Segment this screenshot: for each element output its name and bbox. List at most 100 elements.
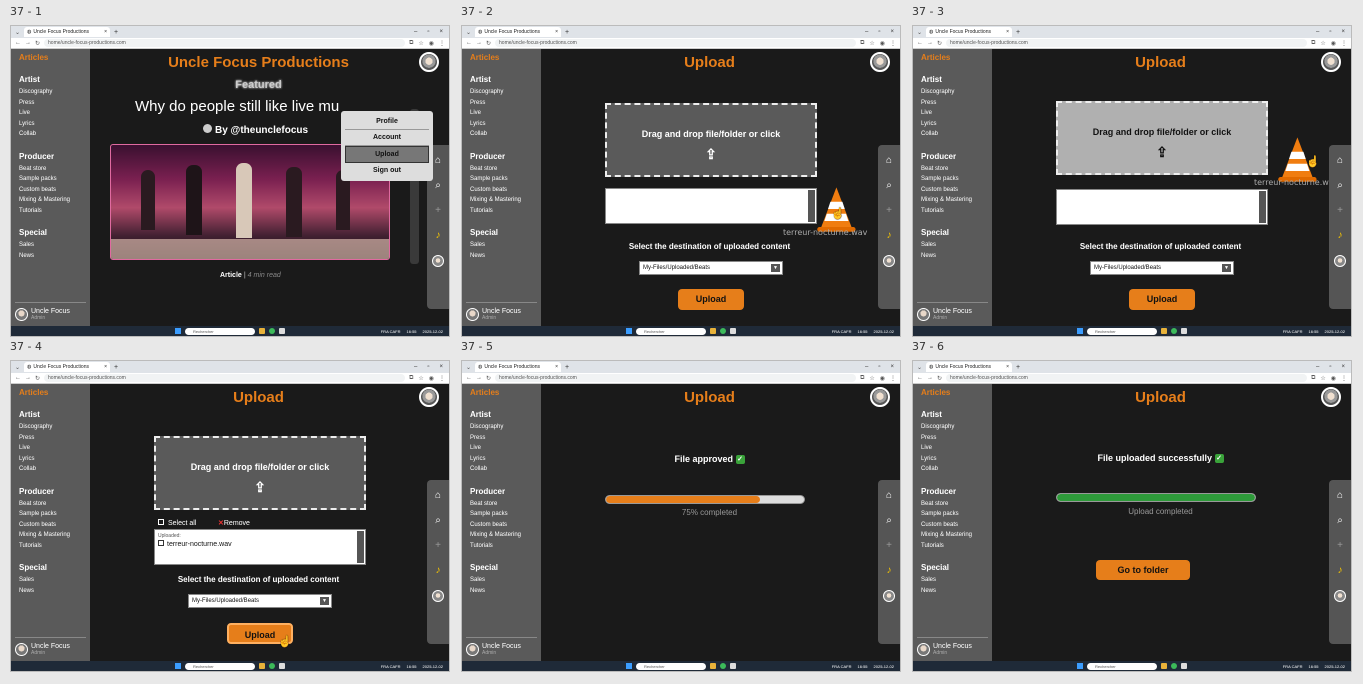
sidebar-item-news[interactable]: News <box>19 588 90 594</box>
app-icon[interactable] <box>279 663 285 669</box>
avatar[interactable] <box>419 387 439 407</box>
sidebar-item-news[interactable]: News <box>470 253 541 259</box>
folder-icon[interactable] <box>259 663 265 669</box>
taskbar-search[interactable]: Rechercher <box>636 662 706 670</box>
article-headline[interactable]: Why do people still like live mu <box>135 98 339 115</box>
tab-list-icon[interactable]: ⌄ <box>917 364 922 371</box>
sidebar-user[interactable]: Uncle Focus Admin <box>466 637 537 656</box>
sidebar-item-tutorials[interactable]: Tutorials <box>19 208 90 214</box>
minimize-icon[interactable]: – <box>865 29 868 35</box>
language-indicator[interactable]: FRA CAFR <box>381 664 401 669</box>
clock-time[interactable]: 16:55 <box>407 329 417 334</box>
sidebar-item-articles[interactable]: Articles <box>470 53 541 62</box>
close-icon[interactable]: × <box>104 29 107 35</box>
sidebar-item-discography[interactable]: Discography <box>470 424 541 430</box>
close-icon[interactable]: × <box>555 29 558 35</box>
profile-icon[interactable]: ◉ <box>1331 375 1336 382</box>
sidebar-item-custom-beats[interactable]: Custom beats <box>921 522 992 528</box>
spotify-icon[interactable] <box>720 328 726 334</box>
sidebar-item-sales[interactable]: Sales <box>19 242 90 248</box>
scrollbar[interactable] <box>808 190 815 222</box>
add-icon[interactable]: + <box>1337 205 1343 216</box>
folder-icon[interactable] <box>710 328 716 334</box>
address-bar[interactable]: home/uncle-focus-productions.com <box>946 39 1308 47</box>
extensions-icon[interactable]: ⧉ <box>1311 40 1315 47</box>
home-icon[interactable]: ⌂ <box>886 155 892 166</box>
spotify-icon[interactable] <box>269 328 275 334</box>
sidebar-item-articles[interactable]: Articles <box>921 388 992 397</box>
maximize-icon[interactable]: ▫ <box>427 29 429 35</box>
taskbar-search[interactable]: Rechercher <box>636 327 706 335</box>
avatar[interactable] <box>883 255 895 267</box>
spotify-icon[interactable] <box>269 663 275 669</box>
sidebar-item-discography[interactable]: Discography <box>921 89 992 95</box>
sidebar-user[interactable]: Uncle Focus Admin <box>15 637 86 656</box>
bell-icon[interactable]: ♪ <box>436 230 441 241</box>
chevron-down-icon[interactable]: ▼ <box>320 597 329 605</box>
reload-icon[interactable]: ↻ <box>486 375 491 382</box>
sidebar-user[interactable]: Uncle Focus Admin <box>917 302 988 321</box>
select-all-control[interactable]: Select all <box>158 519 196 527</box>
app-icon[interactable] <box>1181 328 1187 334</box>
sidebar-user[interactable]: Uncle Focus Admin <box>917 637 988 656</box>
sidebar-item-collab[interactable]: Collab <box>470 466 541 472</box>
address-bar[interactable]: home/uncle-focus-productions.com <box>495 39 857 47</box>
sidebar-item-tutorials[interactable]: Tutorials <box>19 543 90 549</box>
back-icon[interactable]: ← <box>917 375 923 381</box>
sidebar-item-custom-beats[interactable]: Custom beats <box>470 522 541 528</box>
tab-list-icon[interactable]: ⌄ <box>15 364 20 371</box>
sidebar-item-collab[interactable]: Collab <box>921 466 992 472</box>
search-icon[interactable]: ⌕ <box>1337 180 1343 191</box>
back-icon[interactable]: ← <box>15 375 21 381</box>
search-icon[interactable]: ⌕ <box>435 515 441 526</box>
sidebar-item-lyrics[interactable]: Lyrics <box>19 456 90 462</box>
avatar[interactable] <box>1334 590 1346 602</box>
sidebar-item-collab[interactable]: Collab <box>19 131 90 137</box>
back-icon[interactable]: ← <box>466 375 472 381</box>
checkbox[interactable] <box>158 519 164 525</box>
sidebar-item-press[interactable]: Press <box>921 100 992 106</box>
folder-icon[interactable] <box>710 663 716 669</box>
new-tab-icon[interactable]: + <box>1016 29 1020 36</box>
close-window-icon[interactable]: × <box>1341 29 1345 35</box>
profile-icon[interactable]: ◉ <box>429 375 434 382</box>
clock-time[interactable]: 16:55 <box>1309 329 1319 334</box>
close-icon[interactable]: × <box>555 364 558 370</box>
clock-date[interactable]: 2025-12-02 <box>874 664 894 669</box>
sidebar-item-discography[interactable]: Discography <box>19 89 90 95</box>
chevron-down-icon[interactable]: ▼ <box>771 264 780 272</box>
language-indicator[interactable]: FRA CAFR <box>381 329 401 334</box>
sidebar-item-tutorials[interactable]: Tutorials <box>470 543 541 549</box>
language-indicator[interactable]: FRA CAFR <box>832 664 852 669</box>
sidebar-item-custom-beats[interactable]: Custom beats <box>470 187 541 193</box>
add-icon[interactable]: + <box>886 540 892 551</box>
profile-icon[interactable]: ◉ <box>1331 40 1336 47</box>
sidebar-item-sample-packs[interactable]: Sample packs <box>470 176 541 182</box>
close-icon[interactable]: × <box>104 364 107 370</box>
minimize-icon[interactable]: – <box>1316 29 1319 35</box>
upload-dropzone[interactable]: Drag and drop file/folder or click ⇪ <box>605 103 817 177</box>
chevron-down-icon[interactable]: ▼ <box>1222 264 1231 272</box>
sidebar-item-discography[interactable]: Discography <box>470 89 541 95</box>
add-icon[interactable]: + <box>1337 540 1343 551</box>
sidebar-item-press[interactable]: Press <box>19 100 90 106</box>
sidebar-item-live[interactable]: Live <box>19 110 90 116</box>
taskbar-search[interactable]: Rechercher <box>185 327 255 335</box>
sidebar-item-custom-beats[interactable]: Custom beats <box>921 187 992 193</box>
menu-item-account[interactable]: Account <box>345 130 429 146</box>
forward-icon[interactable]: → <box>476 40 482 46</box>
sidebar-item-live[interactable]: Live <box>921 445 992 451</box>
tab-list-icon[interactable]: ⌄ <box>15 29 20 36</box>
back-icon[interactable]: ← <box>917 40 923 46</box>
destination-select[interactable]: My-Files/Uploaded/Beats ▼ <box>639 261 783 275</box>
profile-icon[interactable]: ◉ <box>429 40 434 47</box>
sidebar-item-mixing-mastering[interactable]: Mixing & Mastering <box>921 197 992 203</box>
avatar[interactable] <box>432 590 444 602</box>
clock-date[interactable]: 2025-12-02 <box>1325 329 1345 334</box>
maximize-icon[interactable]: ▫ <box>427 364 429 370</box>
file-list[interactable] <box>605 188 817 224</box>
spotify-icon[interactable] <box>720 663 726 669</box>
sidebar-item-live[interactable]: Live <box>470 445 541 451</box>
avatar[interactable] <box>1334 255 1346 267</box>
search-icon[interactable]: ⌕ <box>435 180 441 191</box>
